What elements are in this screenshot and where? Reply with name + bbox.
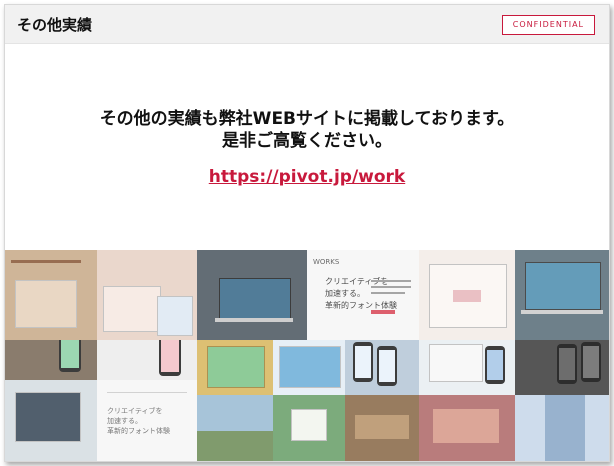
page-title: その他実績 (17, 16, 93, 34)
message-line-2: 是非ご高覧ください。 (222, 131, 392, 151)
slide-header: その他実績 CONFIDENTIAL (5, 5, 609, 44)
work-thumbnail (5, 340, 97, 380)
work-thumbnail (345, 340, 419, 395)
slide: その他実績 CONFIDENTIAL その他の実績も弊社WEBサイトに掲載してお… (4, 4, 610, 462)
work-thumbnail (419, 395, 515, 461)
work-thumbnail (197, 250, 307, 340)
work-thumbnail (5, 380, 97, 461)
work-thumbnail: クリエイティブを 加速する。 革新的フォント体験 (97, 380, 197, 461)
work-thumbnail (515, 340, 609, 395)
confidential-badge: CONFIDENTIAL (501, 15, 595, 35)
work-thumbnail (419, 340, 515, 395)
work-thumbnail: WORKS クリエイティブを 加速する。 革新的フォント体験 (307, 250, 419, 340)
works-link[interactable]: https://pivot.jp/work (5, 167, 609, 187)
work-thumbnail (515, 250, 609, 340)
work-thumbnail (97, 340, 197, 380)
work-thumbnail (197, 340, 273, 395)
work-thumbnail (419, 250, 515, 340)
work-thumbnail (97, 250, 197, 340)
works-collage: WORKS クリエイティブを 加速する。 革新的フォント体験 クリエイティブを … (5, 250, 609, 461)
work-thumbnail (197, 395, 273, 461)
work-thumbnail (273, 340, 345, 395)
work-thumbnail (515, 395, 609, 461)
work-thumbnail (345, 395, 419, 461)
work-thumbnail (273, 395, 345, 461)
work-thumbnail (5, 250, 97, 340)
